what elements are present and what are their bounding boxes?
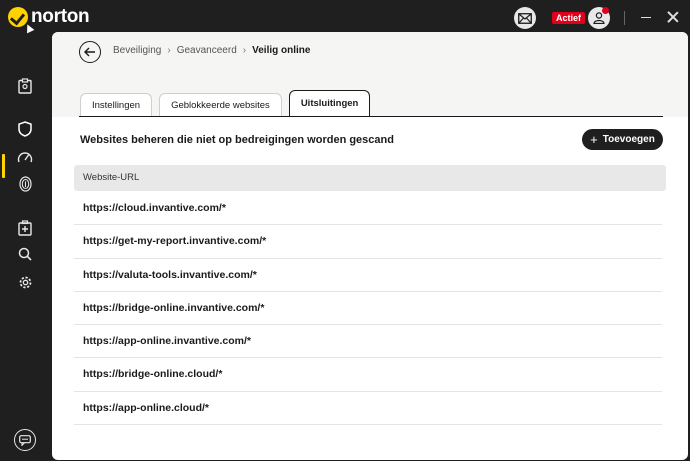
- mail-button[interactable]: [514, 7, 536, 29]
- breadcrumb: Beveiliging › Geavanceerd › Veilig onlin…: [113, 45, 310, 56]
- title-bar: norton Actief: [0, 0, 690, 36]
- divider: [624, 11, 625, 25]
- table-row[interactable]: https://app-online.cloud/*: [74, 392, 662, 426]
- close-icon[interactable]: [667, 11, 679, 23]
- tab-uitsluitingen[interactable]: Uitsluitingen: [288, 90, 371, 117]
- tab-instellingen[interactable]: Instellingen: [80, 93, 153, 117]
- user-icon: [593, 12, 605, 24]
- sidebar-item-tools[interactable]: [15, 218, 35, 238]
- table-row[interactable]: https://bridge-online.invantive.com/*: [74, 292, 662, 326]
- shield-icon: [18, 121, 32, 137]
- sidebar-item-search[interactable]: [15, 244, 35, 264]
- plus-icon: +: [590, 132, 598, 147]
- sidebar-item-performance[interactable]: [15, 147, 35, 167]
- add-button-label: Toevoegen: [602, 134, 655, 145]
- active-indicator: [2, 154, 5, 178]
- table-row[interactable]: https://cloud.invantive.com/*: [74, 192, 662, 226]
- column-header-website-url: Website-URL: [74, 165, 666, 191]
- page-header: Beveiliging › Geavanceerd › Veilig onlin…: [52, 32, 688, 117]
- breadcrumb-current: Veilig online: [252, 45, 311, 56]
- chevron-right-icon: ›: [242, 45, 247, 56]
- breadcrumb-item-geavanceerd[interactable]: Geavanceerd: [177, 45, 237, 56]
- medical-kit-icon: [18, 220, 32, 236]
- tab-underline: [79, 116, 663, 117]
- clipboard-icon: [18, 78, 32, 94]
- mail-icon: [518, 12, 532, 24]
- status-badge: Actief: [552, 12, 586, 24]
- table-row[interactable]: https://app-online.invantive.com/*: [74, 325, 662, 359]
- sidebar: [0, 36, 52, 461]
- chat-support-button[interactable]: [14, 429, 36, 451]
- tab-bar: Instellingen Geblokkeerde websites Uitsl…: [80, 90, 371, 117]
- notification-dot: [602, 7, 609, 14]
- table-row[interactable]: https://valuta-tools.invantive.com/*: [74, 259, 662, 292]
- fingerprint-icon: [18, 176, 32, 192]
- add-button[interactable]: + Toevoegen: [582, 129, 663, 150]
- table-row[interactable]: https://bridge-online.cloud/*: [74, 358, 662, 392]
- breadcrumb-item-beveiliging[interactable]: Beveiliging: [113, 45, 161, 56]
- section-title: Websites beheren die niet op bedreiginge…: [80, 134, 394, 146]
- sidebar-item-dashboard[interactable]: [15, 76, 35, 96]
- exclusion-list: https://cloud.invantive.com/* https://ge…: [74, 192, 662, 426]
- sidebar-item-security[interactable]: [15, 119, 35, 139]
- gear-icon: [19, 276, 31, 288]
- search-icon: [18, 247, 32, 261]
- sidebar-item-privacy[interactable]: [15, 174, 35, 194]
- tab-geblokkeerde-websites[interactable]: Geblokkeerde websites: [159, 93, 282, 117]
- speedometer-icon: [17, 152, 33, 163]
- table-row[interactable]: https://get-my-report.invantive.com/*: [74, 225, 662, 259]
- logo-text: norton: [31, 6, 90, 27]
- back-button[interactable]: [79, 41, 101, 63]
- sidebar-item-settings[interactable]: [15, 272, 35, 292]
- chat-icon: [19, 434, 31, 446]
- norton-logo: norton: [8, 6, 90, 28]
- minimize-icon[interactable]: [641, 17, 651, 18]
- chevron-right-icon: ›: [167, 45, 171, 56]
- main-panel: Beveiliging › Geavanceerd › Veilig onlin…: [52, 32, 688, 460]
- arrow-left-icon: [84, 47, 95, 57]
